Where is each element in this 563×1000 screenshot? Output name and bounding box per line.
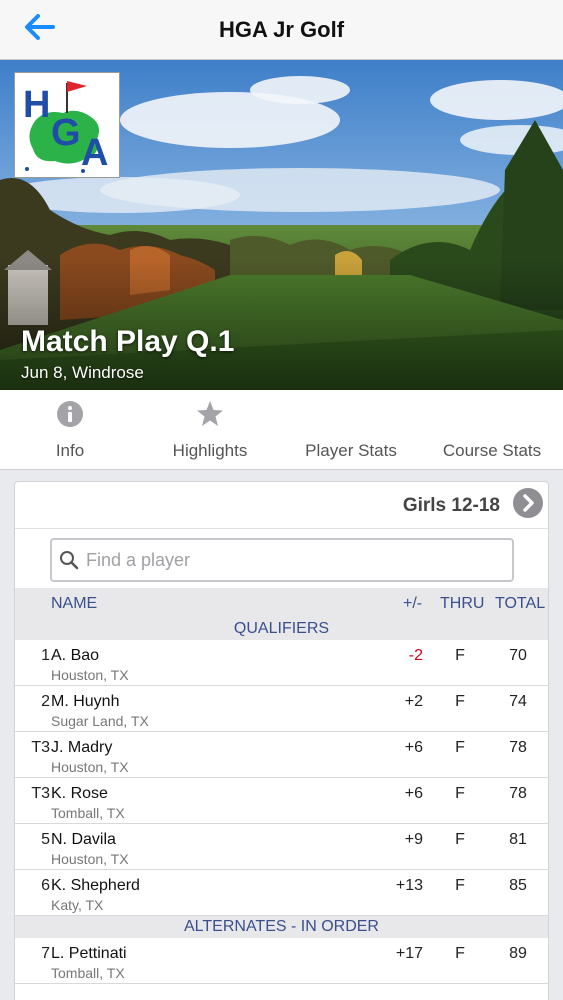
player-total: 89: [509, 945, 527, 962]
svg-text:H: H: [23, 84, 50, 126]
player-position: 7: [41, 945, 50, 962]
player-location: Houston, TX: [51, 759, 129, 775]
player-total: 74: [509, 693, 527, 710]
leaderboard-card: Girls 12-18 NAME +/- THRU TOTAL QUALIFIE…: [14, 481, 549, 1000]
player-name: K. Rose: [51, 785, 108, 802]
player-thru: F: [455, 785, 465, 802]
player-row[interactable]: T3 K. Rose Tomball, TX +6 F 78: [15, 778, 548, 824]
player-position: 1: [41, 647, 50, 664]
player-row[interactable]: 1 A. Bao Houston, TX -2 F 70: [15, 640, 548, 686]
player-thru: F: [455, 877, 465, 894]
player-name: L. Pettinati: [51, 945, 127, 962]
player-row[interactable]: 2 M. Huynh Sugar Land, TX +2 F 74: [15, 686, 548, 732]
player-thru: F: [455, 739, 465, 756]
search-input[interactable]: [86, 546, 506, 574]
player-name: J. Madry: [51, 739, 113, 756]
section-header: QUALIFIERS: [15, 618, 548, 640]
player-location: Houston, TX: [51, 667, 129, 683]
column-header: NAME +/- THRU TOTAL: [15, 588, 548, 618]
player-thru: F: [455, 831, 465, 848]
player-location: Tomball, TX: [51, 965, 125, 981]
nav-bar: HGA Jr Golf: [0, 0, 563, 60]
player-row[interactable]: 6 K. Shepherd Katy, TX +13 F 85: [15, 870, 548, 916]
division-label: Girls 12-18: [402, 495, 500, 516]
column-thru: THRU: [440, 595, 485, 612]
player-position: 5: [41, 831, 50, 848]
event-hero-image: H G A Match Play Q.1 Jun 8, Windrose: [0, 60, 563, 390]
player-total: 85: [509, 877, 527, 894]
tab-player-stats[interactable]: Player Stats: [281, 390, 421, 470]
player-plus-minus: +13: [395, 877, 423, 894]
player-position: 2: [41, 693, 50, 710]
player-plus-minus: +6: [404, 739, 423, 756]
section-header: ALTERNATES - IN ORDER: [15, 916, 548, 938]
player-total: 78: [509, 739, 527, 756]
tab-highlights[interactable]: Highlights: [140, 390, 280, 470]
tab-info-label: Info: [55, 441, 85, 460]
player-plus-minus: +17: [395, 945, 423, 962]
tab-bar: Info Highlights Player Stats Course Stat…: [0, 390, 563, 470]
svg-text:G: G: [51, 112, 81, 154]
player-position: T3: [31, 785, 50, 802]
search-icon: [60, 551, 79, 570]
event-subtitle: Jun 8, Windrose: [21, 363, 144, 382]
player-total: 78: [509, 785, 527, 802]
player-name: A. Bao: [51, 647, 100, 664]
player-row[interactable]: 5 N. Davila Houston, TX +9 F 81: [15, 824, 548, 870]
search-field[interactable]: [50, 538, 514, 582]
hga-logo: H G A: [14, 72, 120, 178]
player-row[interactable]: 7 L. Pettinati Tomball, TX +17 F 89: [15, 938, 548, 984]
player-location: Tomball, TX: [51, 805, 125, 821]
star-icon: [197, 401, 223, 426]
player-location: Sugar Land, TX: [51, 713, 149, 729]
tab-info[interactable]: Info: [0, 390, 140, 470]
tab-course-stats-label: Course Stats: [442, 441, 542, 460]
column-plus-minus: +/-: [403, 595, 423, 612]
tab-course-stats[interactable]: Course Stats: [422, 390, 562, 470]
player-position: 6: [41, 877, 50, 894]
divider: [15, 528, 548, 529]
player-total: 70: [509, 647, 527, 664]
column-name: NAME: [51, 595, 98, 612]
player-location: Katy, TX: [51, 897, 104, 913]
player-name: M. Huynh: [51, 693, 120, 710]
tab-highlights-label: Highlights: [172, 441, 248, 460]
division-next-button[interactable]: [513, 488, 543, 518]
event-title: Match Play Q.1: [21, 325, 235, 358]
player-row[interactable]: T3 J. Madry Houston, TX +6 F 78: [15, 732, 548, 778]
player-plus-minus: +6: [404, 785, 423, 802]
svg-text:A: A: [81, 132, 108, 174]
chevron-right-icon: [523, 494, 534, 512]
player-thru: F: [455, 647, 465, 664]
info-icon: [57, 401, 83, 427]
player-name: K. Shepherd: [51, 877, 140, 894]
player-position: T3: [31, 739, 50, 756]
player-total: 81: [509, 831, 527, 848]
player-thru: F: [455, 693, 465, 710]
player-location: Houston, TX: [51, 851, 129, 867]
player-name: N. Davila: [51, 831, 116, 848]
hga-logo-icon: H G A: [23, 81, 108, 174]
nav-title: HGA Jr Golf: [218, 17, 345, 42]
tab-player-stats-label: Player Stats: [305, 441, 397, 460]
player-plus-minus: -2: [408, 647, 423, 664]
player-plus-minus: +9: [404, 831, 423, 848]
player-plus-minus: +2: [404, 693, 423, 710]
column-total: TOTAL: [495, 595, 546, 612]
player-thru: F: [455, 945, 465, 962]
